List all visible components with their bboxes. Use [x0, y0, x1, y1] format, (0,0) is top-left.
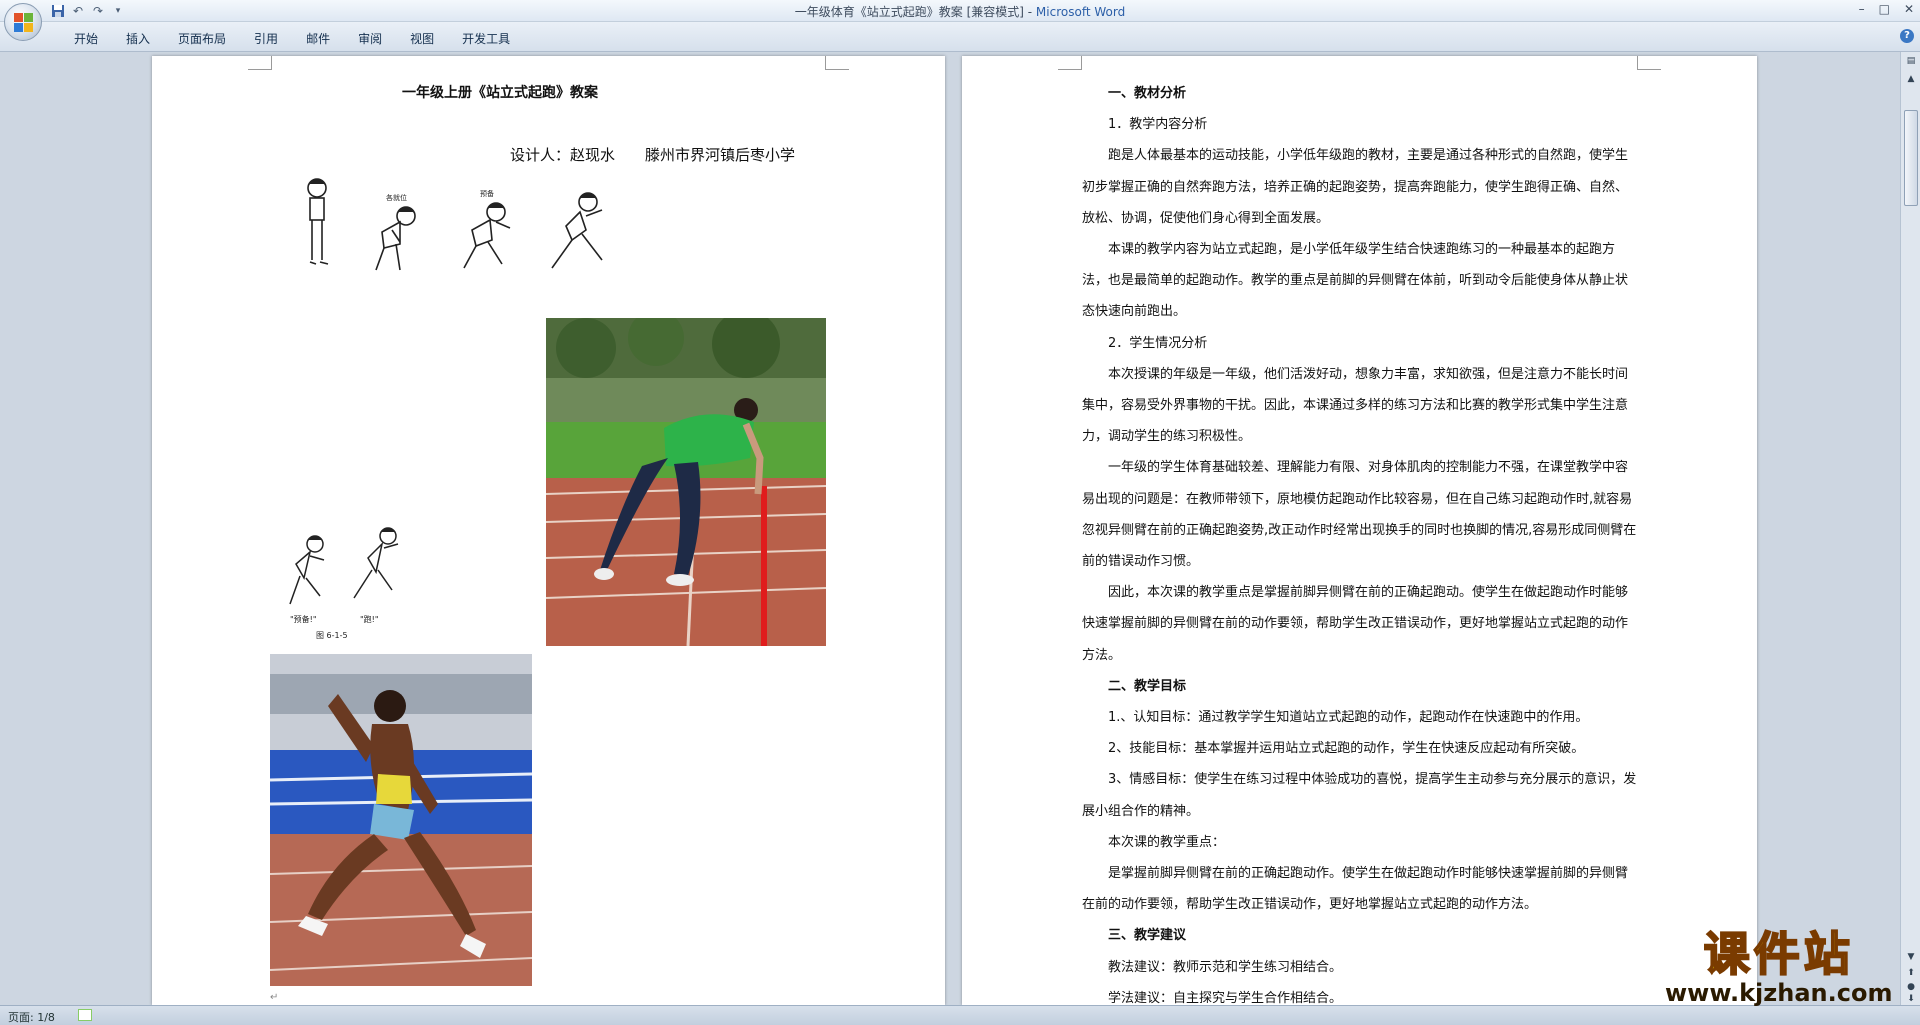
tab-insert[interactable]: 插入 [112, 30, 164, 48]
vertical-scrollbar[interactable]: ▤ ▲ ▼ ⬆ ● ⬇ [1900, 52, 1920, 1005]
sprinter-photo [270, 654, 532, 986]
standing-start-photo [546, 318, 826, 646]
designer-line: 设计人：赵现水 滕州市界河镇后枣小学 [510, 146, 796, 164]
minimize-icon[interactable]: – [1859, 2, 1865, 16]
margin-corner-mark [825, 56, 849, 70]
section-heading: 二、教学目标 [1108, 678, 1187, 694]
body-paragraph: 教法建议：教师示范和学生练习相结合。 [1108, 959, 1343, 975]
office-logo-icon [14, 13, 34, 33]
site-watermark: 课件站 www.kjzhan.com [1665, 927, 1893, 1007]
label-ready-bottom: "预备!" [290, 614, 317, 624]
ready-go-illustration: "预备!" "跑!" 图 6-1-5 [270, 526, 410, 646]
tab-mailings[interactable]: 邮件 [292, 30, 344, 48]
tab-page-layout[interactable]: 页面布局 [164, 30, 240, 48]
app-name: Microsoft Word [1035, 5, 1126, 19]
section-heading: 三、教学建议 [1108, 928, 1187, 944]
window-title: 一年级体育《站立式起跑》教案 [兼容模式] - Microsoft Word [0, 3, 1920, 20]
body-paragraph: 是掌握前脚异侧臂在前的正确起跑动作。使学生在做起跑动作时能够快速掌握前脚的异侧臂… [1082, 866, 1629, 913]
body-paragraph: 本次授课的年级是一年级，他们活泼好动，想象力丰富，求知欲强，但是注意力不能长时间… [1082, 366, 1629, 445]
body-paragraph: 本课的教学内容为站立式起跑，是小学低年级学生结合快速跑练习的一种最基本的起跑方法… [1082, 242, 1629, 320]
watermark-url: www.kjzhan.com [1665, 979, 1893, 1007]
scroll-up-icon[interactable]: ▲ [1903, 72, 1919, 86]
margin-corner-mark [1058, 56, 1082, 70]
previous-page-icon[interactable]: ⬆ [1903, 966, 1919, 980]
page-indicator[interactable]: 页面: 1/8 [8, 1009, 55, 1025]
help-icon[interactable]: ? [1900, 29, 1914, 43]
page-left[interactable]: 一年级上册《站立式起跑》教案 设计人：赵现水 滕州市界河镇后枣小学 各就位 预备… [152, 56, 945, 1005]
section-heading: 一、教材分析 [1108, 86, 1187, 101]
tab-view[interactable]: 视图 [396, 30, 448, 48]
title-bar: ↶ ↷ ▾ 一年级体育《站立式起跑》教案 [兼容模式] - Microsoft … [0, 0, 1920, 22]
page-right[interactable]: 一、教材分析 1．教学内容分析跑是人体最基本的运动技能，小学低年级跑的教材，主要是… [962, 56, 1757, 1005]
body-paragraph: 2、技能目标：基本掌握并运用站立式起跑的动作，学生在快速反应起动有所突破。 [1108, 741, 1585, 757]
body-paragraph: 因此，本次课的教学重点是掌握前脚异侧臂在前的正确起跑动。使学生在做起跑动作时能够… [1082, 585, 1629, 663]
label-set-top: 预备 [480, 189, 494, 198]
body-paragraph: 学法建议：自主探究与学生合作相结合。 [1108, 990, 1343, 1005]
tab-home[interactable]: 开始 [60, 30, 112, 48]
office-button[interactable] [4, 3, 42, 41]
body-paragraph: 一年级的学生体育基础较差、理解能力有限、对身体肌肉的控制能力不强，在课堂教学中容… [1082, 460, 1637, 570]
watermark-title: 课件站 [1703, 927, 1854, 981]
ruler-toggle-icon[interactable]: ▤ [1903, 54, 1919, 68]
window-controls: – □ ✕ [1859, 2, 1914, 16]
paragraph-mark: ↵ [270, 992, 279, 1003]
start-sequence-illustration: 各就位 预备 [296, 172, 626, 292]
margin-corner-mark [248, 56, 272, 70]
status-bar: 页面: 1/8 [0, 1005, 1920, 1025]
body-paragraph: 跑是人体最基本的运动技能，小学低年级跑的教材，主要是通过各种形式的自然跑，使学生… [1082, 148, 1629, 226]
scrollbar-thumb[interactable] [1904, 110, 1918, 206]
tab-review[interactable]: 审阅 [344, 30, 396, 48]
ribbon-tabs: 开始 插入 页面布局 引用 邮件 审阅 视图 开发工具 ? [0, 22, 1920, 52]
margin-corner-mark [1637, 56, 1661, 70]
document-body-text[interactable]: 一、教材分析 1．教学内容分析跑是人体最基本的运动技能，小学低年级跑的教材，主要是… [1082, 78, 1640, 1005]
body-paragraph: 1．教学内容分析 [1108, 117, 1208, 133]
body-paragraph: 本次课的教学重点： [1108, 834, 1226, 850]
tab-developer[interactable]: 开发工具 [448, 30, 524, 48]
label-ready-top: 各就位 [386, 193, 407, 202]
tab-references[interactable]: 引用 [240, 30, 292, 48]
next-page-icon[interactable]: ⬇ [1903, 992, 1919, 1006]
proofing-icon[interactable] [78, 1009, 92, 1021]
document-title: 一年级体育《站立式起跑》教案 [兼容模式] - [794, 5, 1036, 19]
body-paragraph: 2．学生情况分析 [1108, 335, 1208, 351]
document-heading: 一年级上册《站立式起跑》教案 [402, 85, 598, 101]
body-paragraph: 1.、认知目标：通过教学学生知道站立式起跑的动作，起跑动作在快速跑中的作用。 [1108, 710, 1589, 726]
close-icon[interactable]: ✕ [1904, 2, 1914, 16]
figure-caption: 图 6-1-5 [316, 631, 348, 640]
label-go-bottom: "跑!" [360, 615, 379, 624]
scroll-down-icon[interactable]: ▼ [1903, 950, 1919, 964]
body-paragraph: 3、情感目标：使学生在练习过程中体验成功的喜悦，提高学生主动参与充分展示的意识，… [1082, 772, 1637, 819]
maximize-icon[interactable]: □ [1879, 2, 1890, 16]
document-workspace: 一年级上册《站立式起跑》教案 设计人：赵现水 滕州市界河镇后枣小学 各就位 预备… [0, 52, 1900, 1005]
